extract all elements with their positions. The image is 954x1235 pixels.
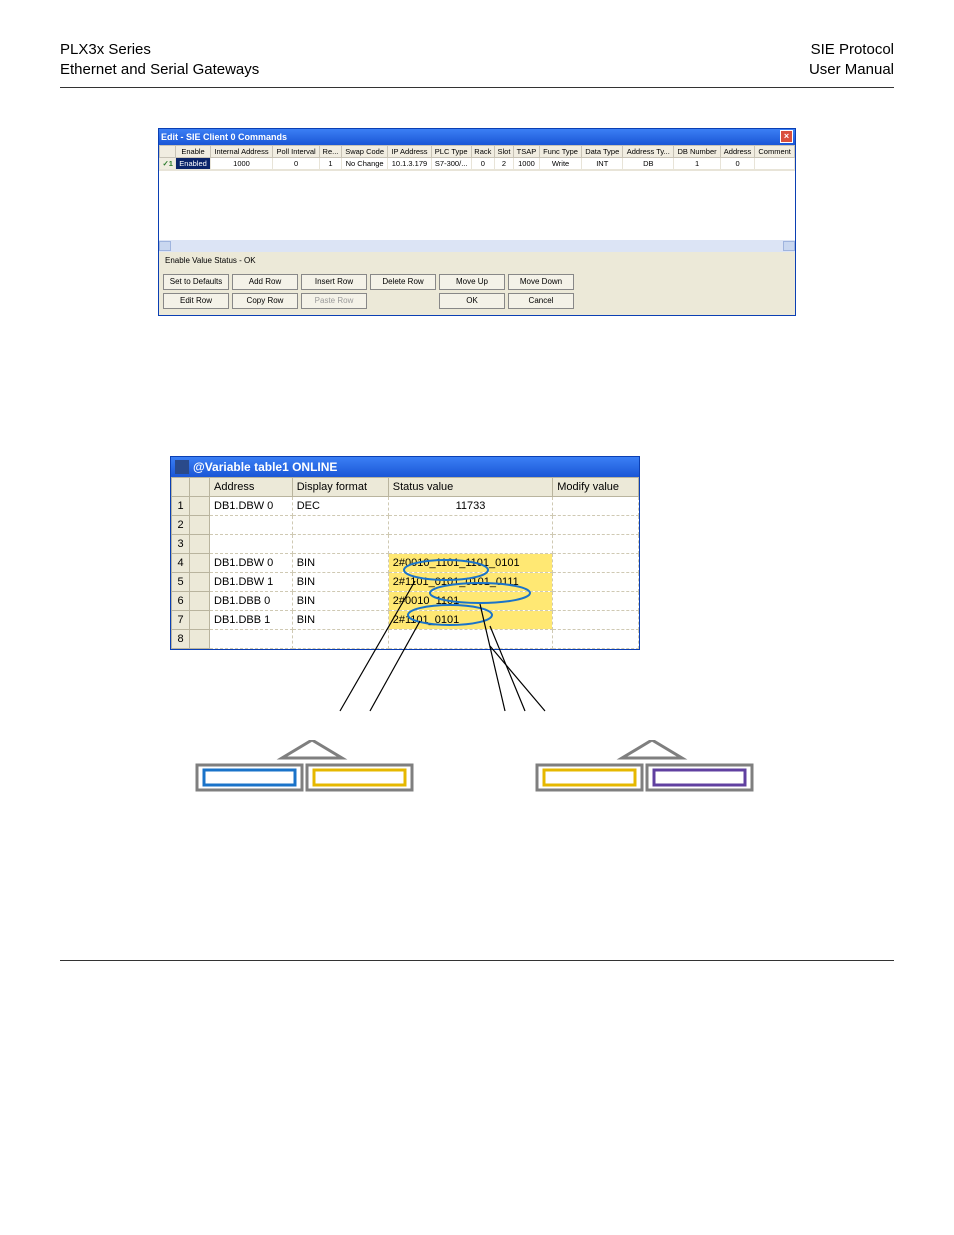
col-data-type[interactable]: Data Type xyxy=(582,145,623,157)
ok-button[interactable]: OK xyxy=(439,293,505,309)
move-down-button[interactable]: Move Down xyxy=(508,274,574,290)
grid-empty-area xyxy=(159,170,795,240)
window-title-text: Edit - SIE Client 0 Commands xyxy=(161,132,287,142)
window-icon xyxy=(175,460,189,474)
col-rack[interactable]: Rack xyxy=(471,145,494,157)
vat-row-1[interactable]: 1DB1.DBW 0DEC11733 xyxy=(172,496,639,515)
vat-title-text: @Variable table1 ONLINE xyxy=(193,460,337,474)
cell-plc-type[interactable]: S7-300/... xyxy=(431,157,471,169)
cell-slot[interactable]: 2 xyxy=(495,157,514,169)
cell-internal-address[interactable]: 1000 xyxy=(210,157,273,169)
cell-func-type[interactable]: Write xyxy=(539,157,581,169)
vat-row-7[interactable]: 7DB1.DBB 1BIN2#1101_0101 xyxy=(172,610,639,629)
insert-row-button[interactable]: Insert Row xyxy=(301,274,367,290)
col-swap-code[interactable]: Swap Code xyxy=(341,145,387,157)
add-row-button[interactable]: Add Row xyxy=(232,274,298,290)
protocol-name: SIE Protocol xyxy=(809,40,894,60)
col-poll-interval[interactable]: Poll Interval xyxy=(273,145,320,157)
scroll-right-icon[interactable] xyxy=(783,241,795,251)
vat-status-4[interactable]: 2#0010_1101_1101_0101 xyxy=(388,553,553,572)
col-db-number[interactable]: DB Number xyxy=(674,145,721,157)
byte-diagrams xyxy=(60,740,894,800)
col-plc-type[interactable]: PLC Type xyxy=(431,145,471,157)
cell-swap-code[interactable]: No Change xyxy=(341,157,387,169)
diagram-left xyxy=(192,740,422,800)
cell-address[interactable]: 0 xyxy=(720,157,754,169)
set-to-defaults-button[interactable]: Set to Defaults xyxy=(163,274,229,290)
vat-row-5[interactable]: 5DB1.DBW 1BIN2#1101_0101_0101_0111 xyxy=(172,572,639,591)
cell-address-ty[interactable]: DB xyxy=(623,157,674,169)
vat-col-address[interactable]: Address xyxy=(210,477,293,496)
vat-col-status[interactable]: Status value xyxy=(388,477,553,496)
vat-col-display[interactable]: Display format xyxy=(292,477,388,496)
commands-grid: Enable Internal Address Poll Interval Re… xyxy=(159,145,795,252)
vat-row-2[interactable]: 2 xyxy=(172,515,639,534)
status-text: Enable Value Status - OK xyxy=(159,252,795,269)
vat-row-4[interactable]: 4DB1.DBW 0BIN2#0010_1101_1101_0101 xyxy=(172,553,639,572)
cell-enable[interactable]: Enabled xyxy=(176,157,210,169)
vat-row-6[interactable]: 6DB1.DBB 0BIN2#0010_1101 xyxy=(172,591,639,610)
cell-db-number[interactable]: 1 xyxy=(674,157,721,169)
cell-comment[interactable] xyxy=(755,157,795,169)
series-sub: Ethernet and Serial Gateways xyxy=(60,60,259,80)
header-left: PLX3x Series Ethernet and Serial Gateway… xyxy=(60,40,259,81)
cell-rack[interactable]: 0 xyxy=(471,157,494,169)
col-comment[interactable]: Comment xyxy=(755,145,795,157)
edit-commands-window: Edit - SIE Client 0 Commands × Enable In… xyxy=(158,128,796,316)
edit-row-button[interactable]: Edit Row xyxy=(163,293,229,309)
cell-data-type[interactable]: INT xyxy=(582,157,623,169)
vat-status-5[interactable]: 2#1101_0101_0101_0111 xyxy=(388,572,553,591)
col-slot[interactable]: Slot xyxy=(495,145,514,157)
series-name: PLX3x Series xyxy=(60,40,259,60)
vat-status-7[interactable]: 2#1101_0101 xyxy=(388,610,553,629)
cell-tsap[interactable]: 1000 xyxy=(513,157,539,169)
grid-row-1[interactable]: ✓1 Enabled 1000 0 1 No Change 10.1.3.179… xyxy=(160,157,795,169)
close-icon[interactable]: × xyxy=(780,130,793,143)
col-ip-address[interactable]: IP Address xyxy=(388,145,431,157)
doc-type: User Manual xyxy=(809,60,894,80)
col-tsap[interactable]: TSAP xyxy=(513,145,539,157)
scroll-left-icon[interactable] xyxy=(159,241,171,251)
vat-status-6[interactable]: 2#0010_1101 xyxy=(388,591,553,610)
vat-row-3[interactable]: 3 xyxy=(172,534,639,553)
cell-re[interactable]: 1 xyxy=(319,157,341,169)
diagram-right xyxy=(532,740,762,800)
variable-table-window: @Variable table1 ONLINE Address Display … xyxy=(170,456,640,650)
move-up-button[interactable]: Move Up xyxy=(439,274,505,290)
col-func-type[interactable]: Func Type xyxy=(539,145,581,157)
delete-row-button[interactable]: Delete Row xyxy=(370,274,436,290)
cell-poll-interval[interactable]: 0 xyxy=(273,157,320,169)
copy-row-button[interactable]: Copy Row xyxy=(232,293,298,309)
cell-rownum: ✓1 xyxy=(160,157,176,169)
col-rownum xyxy=(160,145,176,157)
vat-header-row: Address Display format Status value Modi… xyxy=(172,477,639,496)
page-header: PLX3x Series Ethernet and Serial Gateway… xyxy=(60,40,894,88)
col-address-ty[interactable]: Address Ty... xyxy=(623,145,674,157)
vat-title-bar[interactable]: @Variable table1 ONLINE xyxy=(171,457,639,477)
col-address[interactable]: Address xyxy=(720,145,754,157)
horizontal-scrollbar[interactable] xyxy=(159,240,795,252)
grid-header-row: Enable Internal Address Poll Interval Re… xyxy=(160,145,795,157)
vat-row-8[interactable]: 8 xyxy=(172,629,639,648)
page-footer xyxy=(60,960,894,990)
col-internal-address[interactable]: Internal Address xyxy=(210,145,273,157)
cancel-button[interactable]: Cancel xyxy=(508,293,574,309)
vat-col-blank2 xyxy=(190,477,210,496)
paste-row-button: Paste Row xyxy=(301,293,367,309)
cell-ip-address[interactable]: 10.1.3.179 xyxy=(388,157,431,169)
window-title-bar[interactable]: Edit - SIE Client 0 Commands × xyxy=(159,129,795,145)
button-row: Set to Defaults Add Row Insert Row Delet… xyxy=(159,269,795,315)
vat-col-modify[interactable]: Modify value xyxy=(553,477,639,496)
header-right: SIE Protocol User Manual xyxy=(809,40,894,81)
col-enable[interactable]: Enable xyxy=(176,145,210,157)
col-re[interactable]: Re... xyxy=(319,145,341,157)
vat-col-blank1 xyxy=(172,477,190,496)
